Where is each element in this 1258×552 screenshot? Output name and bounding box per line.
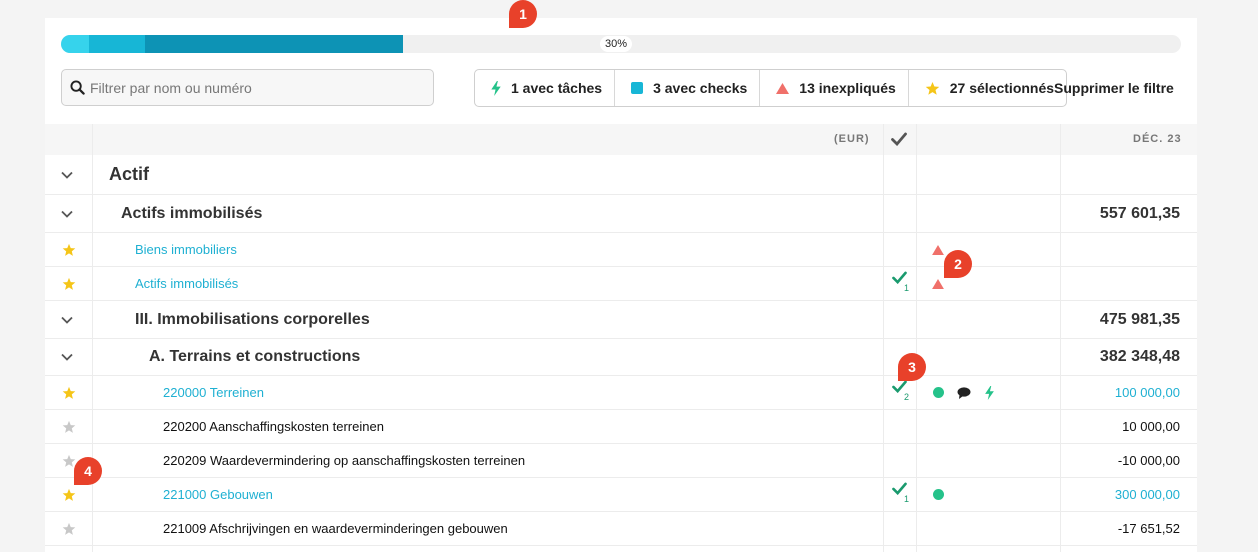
- table-row[interactable]: III. Immobilisations corporelles 475 981…: [45, 301, 1197, 339]
- callout-marker-1: 1: [509, 0, 537, 28]
- status-dot-icon[interactable]: [933, 376, 944, 409]
- progress-segment-1: [61, 35, 89, 53]
- row-amount: -17 651,52: [1117, 521, 1180, 536]
- filter-checks-label: 3 avec checks: [653, 80, 748, 96]
- check-count[interactable]: 1: [892, 482, 909, 510]
- row-amount: 10 000,00: [1122, 419, 1180, 434]
- search-icon: [70, 80, 85, 95]
- filter-group: 1 avec tâches 3 avec checks 13 inexpliqu…: [474, 69, 1068, 107]
- star-outline-icon[interactable]: [62, 512, 76, 545]
- status-dot-icon[interactable]: [933, 478, 944, 511]
- row-amount[interactable]: 100 000,00: [1115, 376, 1180, 409]
- row-label[interactable]: 221000 Gebouwen: [163, 478, 273, 511]
- progress-segment-2: [89, 35, 145, 53]
- search-input[interactable]: [90, 79, 420, 96]
- square-icon: [631, 82, 644, 94]
- row-label: Actif: [109, 164, 149, 184]
- star-icon[interactable]: [62, 267, 76, 300]
- callout-marker-3: 3: [898, 353, 926, 381]
- triangle-icon[interactable]: [932, 267, 944, 300]
- table-row[interactable]: A. Terrains et constructions 382 348,48: [45, 339, 1197, 376]
- comment-icon[interactable]: [957, 376, 971, 409]
- star-icon: [925, 81, 940, 96]
- filter-checks[interactable]: 3 avec checks: [615, 70, 761, 106]
- check-count[interactable]: 2: [892, 380, 909, 408]
- row-label: Actifs immobilisés: [121, 204, 263, 222]
- chevron-down-icon[interactable]: [60, 339, 74, 375]
- check-count-number: 2: [904, 392, 910, 402]
- filter-selected-label: 27 sélectionnés: [949, 80, 1055, 96]
- filter-tasks-label: 1 avec tâches: [511, 80, 603, 96]
- row-label: 221009 Afschrijvingen en waardeverminder…: [163, 521, 508, 536]
- filter-unexplained[interactable]: 13 inexpliqués: [760, 70, 909, 106]
- row-label[interactable]: Biens immobiliers: [135, 233, 237, 266]
- filter-unexplained-label: 13 inexpliqués: [799, 80, 896, 96]
- check-count[interactable]: 1: [892, 271, 909, 299]
- bolt-icon[interactable]: [985, 376, 994, 409]
- row-label: A. Terrains et constructions: [149, 348, 361, 365]
- triangle-icon: [776, 82, 790, 94]
- callout-marker-2: 2: [944, 250, 972, 278]
- filter-tasks[interactable]: 1 avec tâches: [475, 70, 616, 106]
- chevron-down-icon[interactable]: [60, 195, 74, 232]
- currency-header: (EUR): [834, 133, 870, 145]
- check-count-number: 1: [904, 494, 910, 504]
- table-row[interactable]: 221009 Afschrijvingen en waardeverminder…: [45, 512, 1197, 546]
- row-label: 220200 Aanschaffingskosten terreinen: [163, 419, 384, 434]
- row-label: III. Immobilisations corporelles: [135, 310, 370, 328]
- row-amount: 557 601,35: [1099, 204, 1180, 222]
- bolt-icon: [491, 80, 501, 96]
- row-label[interactable]: 220000 Terreinen: [163, 376, 264, 409]
- table-row[interactable]: 220000 Terreinen 2 100 000,00: [45, 376, 1197, 410]
- checkmark-icon: [891, 132, 907, 147]
- table-row[interactable]: 221000 Gebouwen 1 300 000,00: [45, 478, 1197, 512]
- row-amount: 382 348,48: [1099, 348, 1180, 365]
- search-box[interactable]: [61, 69, 434, 106]
- table-row[interactable]: 220209 Waardevermindering op aanschaffin…: [45, 444, 1197, 478]
- period-header: DÉC. 23: [1133, 133, 1182, 145]
- table-row[interactable]: Actifs immobilisés 557 601,35: [45, 195, 1197, 233]
- clear-filter-button[interactable]: Supprimer le filtre: [1054, 80, 1174, 96]
- filter-selected[interactable]: 27 sélectionnés: [909, 70, 1066, 106]
- row-label[interactable]: Actifs immobilisés: [135, 267, 238, 300]
- chevron-down-icon[interactable]: [60, 155, 74, 194]
- triangle-icon[interactable]: [932, 233, 944, 266]
- progress-segment-3: [145, 35, 403, 53]
- table-header: [45, 124, 1197, 155]
- row-amount: 475 981,35: [1099, 310, 1180, 328]
- row-amount: -10 000,00: [1117, 453, 1180, 468]
- table-row[interactable]: 220200 Aanschaffingskosten terreinen 10 …: [45, 410, 1197, 444]
- star-icon[interactable]: [62, 376, 76, 409]
- row-amount[interactable]: 300 000,00: [1115, 478, 1180, 511]
- table-row[interactable]: Actif: [45, 155, 1197, 195]
- callout-marker-4: 4: [74, 457, 102, 485]
- chevron-down-icon[interactable]: [60, 301, 74, 338]
- checks-header: [891, 132, 907, 148]
- progress-label: 30%: [600, 36, 633, 52]
- check-count-number: 1: [904, 283, 910, 293]
- table-row[interactable]: Actifs immobilisés 1: [45, 267, 1197, 301]
- star-icon[interactable]: [62, 233, 76, 266]
- star-outline-icon[interactable]: [62, 410, 76, 443]
- table-row[interactable]: Biens immobiliers: [45, 233, 1197, 267]
- row-label: 220209 Waardevermindering op aanschaffin…: [163, 453, 526, 468]
